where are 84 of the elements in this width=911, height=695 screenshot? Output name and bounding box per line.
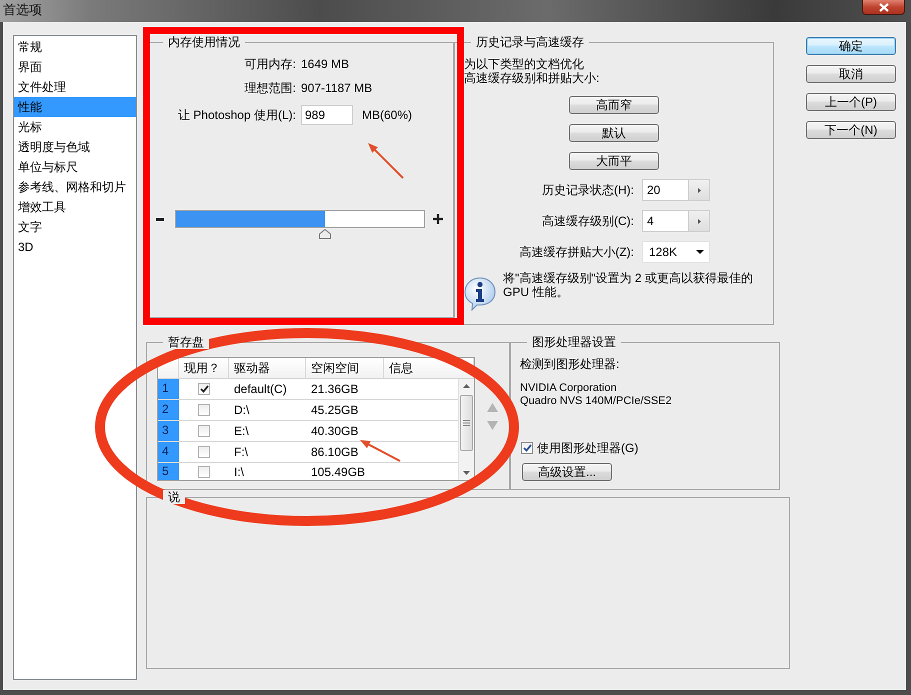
optimization-description: 为以下类型的文档优化 (464, 57, 584, 71)
row-number: 3 (158, 421, 179, 441)
slider-track[interactable] (175, 210, 425, 228)
table-cell-text: 21.36GB (310, 382, 358, 396)
close-button[interactable] (862, 0, 905, 15)
caret-icon (698, 188, 700, 192)
dropdown[interactable]: 128K (642, 241, 710, 263)
panel-title: 说 (163, 490, 185, 504)
dialog-button[interactable]: 上一个(P) (806, 93, 896, 111)
category-item[interactable]: 性能 (14, 97, 136, 117)
checkmark-icon (522, 444, 532, 452)
column-header: 现用？ (179, 358, 229, 378)
checkbox[interactable] (198, 404, 210, 416)
table-cell-text: E:\ (233, 424, 249, 438)
category-item[interactable]: 透明度与色域 (14, 137, 136, 157)
checkbox[interactable] (198, 446, 210, 458)
category-item[interactable]: 光标 (14, 117, 136, 137)
table-cell-text: 86.10GB (310, 445, 358, 459)
checkbox-label[interactable]: 使用图形处理器(G) (537, 441, 638, 455)
table-cell-text: 105.49GB (310, 464, 366, 478)
category-item[interactable]: 3D (14, 237, 136, 257)
preset-button[interactable]: 高而窄 (569, 96, 659, 114)
memory-usage-label: 让 Photoshop 使用(L): (178, 108, 296, 122)
ideal-range-label: 理想范围: (244, 81, 296, 95)
checkbox[interactable] (198, 425, 210, 437)
table-cell-text: 45.25GB (310, 403, 358, 417)
number-field[interactable]: 20 (642, 179, 689, 201)
table-cell-text: F:\ (233, 445, 248, 459)
table-cell-text: D:\ (233, 403, 250, 417)
column-header: 空闲空间 (306, 358, 384, 378)
close-icon (878, 2, 888, 12)
dialog-button[interactable]: 确定 (806, 37, 896, 55)
available-memory-value: 1649 MB (301, 57, 350, 71)
memory-unit: MB(60%) (362, 108, 412, 122)
category-item[interactable]: 单位与标尺 (14, 157, 136, 177)
info-note: 将"高速缓存级别"设置为 2 或更高以获得最佳的GPU 性能。 (503, 271, 754, 299)
field-label: 历史记录状态(H): (542, 183, 634, 197)
detected-gpu-label: 检测到图形处理器: (520, 357, 620, 371)
field-label: 高速缓存拼贴大小(Z): (519, 245, 634, 259)
window-title: 首选项 (2, 1, 42, 19)
annotation-arrow (368, 143, 404, 179)
column-header: 驱动器 (229, 358, 306, 378)
plus-icon[interactable] (433, 214, 443, 224)
scrollbar-thumb[interactable] (460, 395, 473, 451)
table-cell-text: default(C) (233, 382, 287, 396)
available-memory-label: 可用内存: (244, 57, 296, 71)
scrollbar[interactable] (458, 379, 474, 480)
gpu-name: NVIDIA Corporation Quadro NVS 140M/PCIe/SSE2 (520, 382, 672, 408)
optimization-description: 高速缓存级别和拼贴大小: (464, 71, 600, 85)
field-label: 高速缓存级别(C): (542, 214, 634, 228)
grip-icon (463, 420, 470, 426)
scroll-down-icon[interactable] (463, 471, 470, 475)
category-item[interactable]: 参考线、网格和切片 (14, 177, 136, 197)
info-icon (464, 277, 496, 311)
table-cell-text: I:\ (233, 464, 244, 478)
category-item[interactable]: 常规 (14, 37, 136, 57)
checkbox[interactable] (521, 442, 533, 454)
table-cell-text: 40.30GB (310, 424, 358, 438)
dialog-button[interactable]: 下一个(N) (806, 121, 896, 139)
category-item[interactable]: 增效工具 (14, 197, 136, 217)
caret-icon (698, 218, 700, 224)
annotation-arrow (360, 440, 400, 462)
number-field[interactable]: 4 (642, 210, 689, 232)
caret-icon (696, 250, 704, 254)
row-number: 5 (158, 463, 179, 480)
checkbox[interactable] (198, 466, 210, 478)
row-number: 2 (158, 400, 179, 420)
checkmark-icon (200, 385, 208, 393)
ideal-range-value: 907-1187 MB (301, 81, 372, 95)
category-item[interactable]: 界面 (14, 57, 136, 77)
preset-button[interactable]: 默认 (569, 124, 659, 142)
advanced-settings-button[interactable]: 高级设置... (522, 463, 612, 481)
memory-input[interactable]: 989 (301, 105, 353, 125)
row-number: 4 (158, 442, 179, 462)
scroll-up-icon[interactable] (463, 384, 470, 388)
up-arrow-icon[interactable] (487, 403, 498, 412)
category-item[interactable]: 文字 (14, 217, 136, 237)
preset-button[interactable]: 大而平 (569, 152, 659, 170)
category-item[interactable]: 文件处理 (14, 77, 136, 97)
checkbox[interactable] (198, 383, 210, 395)
down-arrow-icon[interactable] (487, 421, 498, 430)
dialog-button[interactable]: 取消 (806, 65, 896, 83)
row-number: 1 (158, 379, 179, 399)
column-header: 信息 (384, 358, 474, 378)
